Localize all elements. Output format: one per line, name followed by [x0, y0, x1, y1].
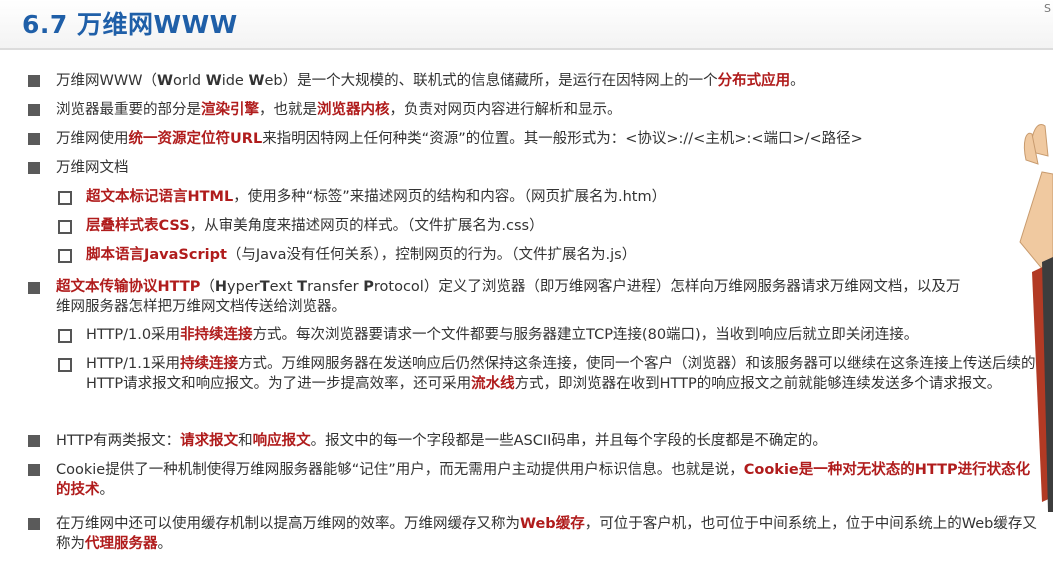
presenter-figure-icon	[1019, 124, 1053, 512]
bullet-item-documents: 万维网文档	[56, 158, 129, 178]
text-segment: 万维网文档	[56, 160, 129, 176]
bullet-item-http: 超文本传输协议HTTP（HyperText Transfer Protocol）…	[56, 277, 974, 317]
bullet-item-messages: HTTP有两类报文：请求报文和响应报文。报文中的每一个字段都是一些ASCII码串…	[56, 431, 827, 451]
highlighted-term: 超文本传输协议HTTP	[56, 279, 201, 295]
bullet-item-url: 万维网使用统一资源定位符URL来指明因特网上任何种类“资源”的位置。其一般形式为…	[56, 129, 863, 149]
highlighted-term: Web缓存	[520, 516, 585, 532]
text-segment: 和	[238, 433, 253, 449]
text-segment: 。	[157, 536, 173, 552]
text-segment: 在万维网中还可以使用缓存机制以提高万维网的效率。万维网缓存又称为	[56, 516, 520, 532]
bullet-item-cookie: Cookie提供了一种机制使得万维网服务器能够“记住”用户，而无需用户主动提供用…	[56, 460, 1041, 500]
bullet-item-browser: 浏览器最重要的部分是渲染引擎，也就是浏览器内核，负责对网页内容进行解析和显示。	[56, 100, 622, 120]
text-segment: 方式。每次浏览器要请求一个文件都要与服务器建立TCP连接(80端口)，当收到响应…	[252, 327, 919, 343]
square-bullet-icon	[28, 435, 40, 447]
bullet-item-cache: 在万维网中还可以使用缓存机制以提高万维网的效率。万维网缓存又称为Web缓存，可位…	[56, 514, 1046, 554]
square-bullet-icon	[28, 518, 40, 530]
sub-item-css: 层叠样式表CSS，从审美角度来描述网页的样式。（文件扩展名为.css）	[86, 216, 544, 236]
square-bullet-icon	[28, 75, 40, 87]
text-segment: 。报文中的每一个字段都是一些ASCII码串，并且每个字段的长度都是不确定的。	[310, 433, 827, 449]
text-segment: HTTP有两类报文：	[56, 433, 181, 449]
highlighted-term: 渲染引擎	[201, 102, 259, 118]
bold-letter: T	[297, 279, 308, 295]
highlighted-term: 统一资源定位符URL	[128, 131, 263, 147]
square-bullet-icon	[28, 133, 40, 145]
text-segment: 方式，即浏览器在收到HTTP的响应报文之前就能够连续发送多个请求报文。	[514, 376, 1002, 392]
text-segment: 来指明因特网上任何种类“资源”的位置。其一般形式为：<协议>://<主机>:<端…	[262, 131, 863, 147]
highlighted-term: 脚本语言JavaScript	[86, 247, 227, 263]
text-segment: HTTP/1.0采用	[86, 327, 181, 343]
highlighted-term: 层叠样式表CSS	[86, 218, 190, 234]
bullet-item-www: 万维网WWW（World Wide Web）是一个大规模的、联机式的信息储藏所，…	[56, 71, 805, 91]
text-segment: 。	[790, 73, 805, 89]
text-segment: HTTP/1.1采用	[86, 356, 181, 372]
hollow-square-bullet-icon	[58, 329, 72, 343]
text-segment: orld	[173, 73, 206, 89]
text-segment: eb）是一个大规模的、联机式的信息储藏所，是运行在因特网上的一个	[264, 73, 718, 89]
text-segment: 万维网WWW（	[56, 73, 158, 89]
text-segment: ransfer	[307, 279, 364, 295]
text-segment: ，负责对网页内容进行解析和显示。	[389, 102, 622, 118]
bold-letter: W	[157, 73, 174, 89]
sub-item-html: 超文本标记语言HTML，使用多种“标签”来描述网页的结构和内容。（网页扩展名为.…	[86, 187, 666, 207]
square-bullet-icon	[28, 282, 40, 294]
text-segment: 浏览器最重要的部分是	[56, 102, 201, 118]
sub-item-javascript: 脚本语言JavaScript（与Java没有任何关系），控制网页的行为。（文件扩…	[86, 245, 636, 265]
text-segment: ，使用多种“标签”来描述网页的结构和内容。（网页扩展名为.htm）	[233, 189, 667, 205]
slide-content: 万维网WWW（World Wide Web）是一个大规模的、联机式的信息储藏所，…	[0, 0, 1053, 579]
text-segment: 万维网使用	[56, 131, 129, 147]
hollow-square-bullet-icon	[58, 191, 72, 205]
text-segment: Cookie提供了一种机制使得万维网服务器能够“记住”用户，而无需用户主动提供用…	[56, 462, 744, 478]
text-segment: ext	[269, 279, 298, 295]
highlighted-term: 响应报文	[252, 433, 311, 449]
highlighted-term: 请求报文	[180, 433, 239, 449]
bold-letter: W	[248, 73, 265, 89]
bold-letter: H	[214, 279, 228, 295]
text-segment: （	[200, 279, 215, 295]
hollow-square-bullet-icon	[58, 249, 72, 263]
sub-item-http10: HTTP/1.0采用非持续连接方式。每次浏览器要请求一个文件都要与服务器建立TC…	[86, 325, 918, 345]
text-segment: yper	[227, 279, 260, 295]
text-segment: ，也就是	[259, 102, 317, 118]
highlighted-term: 浏览器内核	[317, 102, 390, 118]
highlighted-term: 持续连接	[180, 356, 239, 372]
hollow-square-bullet-icon	[58, 358, 72, 372]
highlighted-term: 分布式应用	[717, 73, 791, 89]
bold-letter: P	[363, 279, 374, 295]
square-bullet-icon	[28, 162, 40, 174]
bold-letter: W	[205, 73, 222, 89]
highlighted-term: 代理服务器	[85, 536, 158, 552]
highlighted-term: 流水线	[471, 376, 515, 392]
highlighted-term: 超文本标记语言HTML	[86, 189, 234, 205]
sub-item-http11: HTTP/1.1采用持续连接方式。万维网服务器在发送响应后仍然保持这条连接，使同…	[86, 354, 1046, 394]
square-bullet-icon	[28, 104, 40, 116]
text-segment: ide	[221, 73, 249, 89]
bold-letter: T	[259, 279, 270, 295]
square-bullet-icon	[28, 464, 40, 476]
highlighted-term: 非持续连接	[180, 327, 253, 343]
hollow-square-bullet-icon	[58, 220, 72, 234]
text-segment: ，从审美角度来描述网页的样式。（文件扩展名为.css）	[189, 218, 544, 234]
text-segment: 。	[99, 482, 115, 498]
text-segment: （与Java没有任何关系），控制网页的行为。（文件扩展名为.js）	[226, 247, 637, 263]
